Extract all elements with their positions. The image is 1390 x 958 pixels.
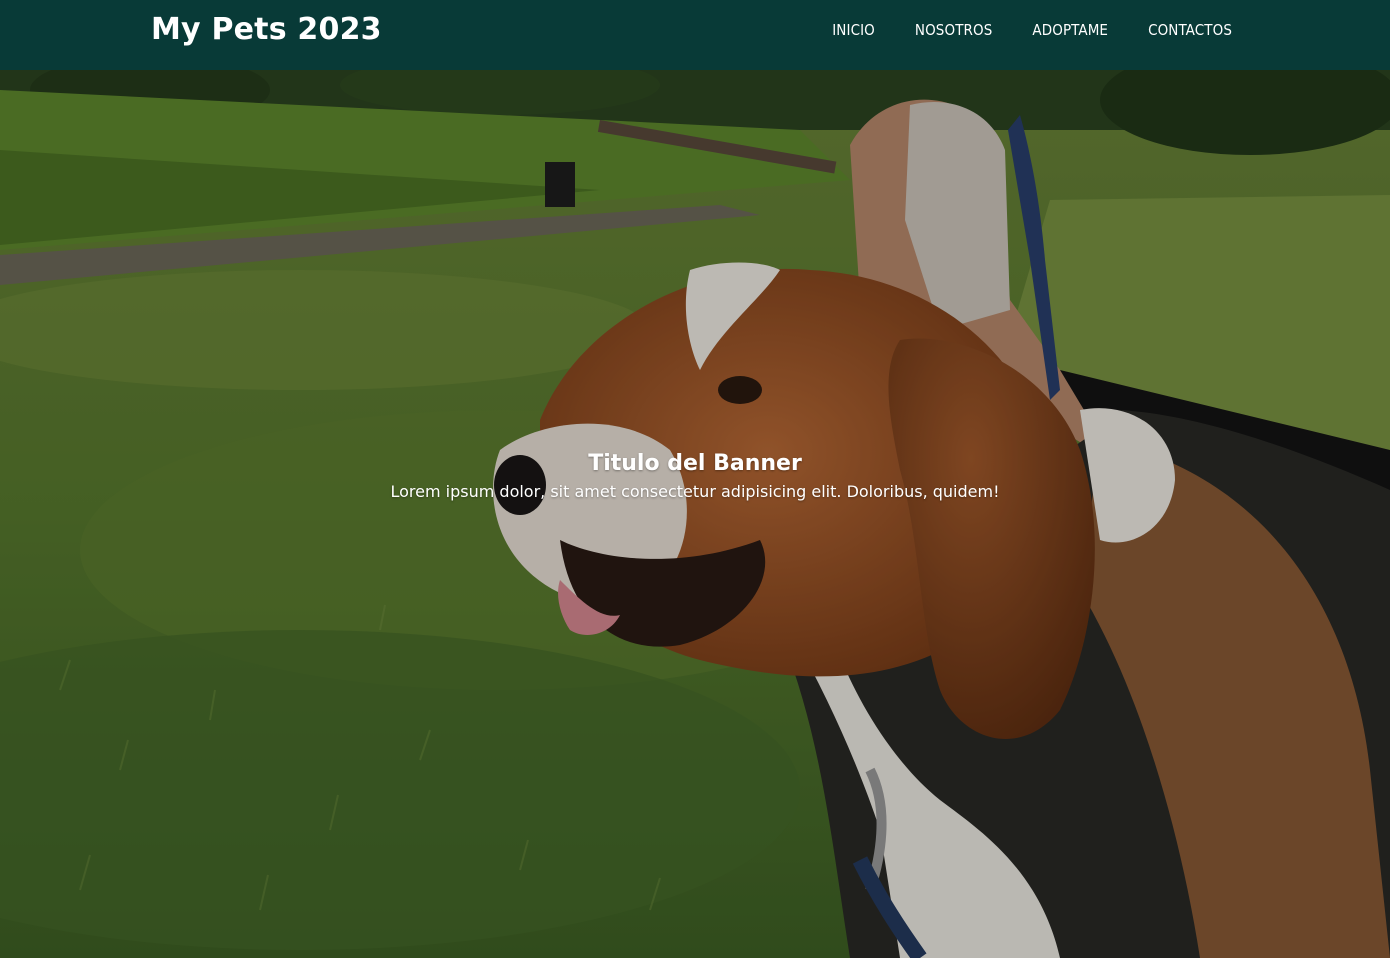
nav-link-inicio[interactable]: INICIO <box>832 21 875 39</box>
nav-link-nosotros[interactable]: NOSOTROS <box>915 21 993 39</box>
banner-caption: Titulo del Banner Lorem ipsum dolor, sit… <box>0 450 1390 503</box>
site-logo[interactable]: My Pets 2023 <box>151 10 382 50</box>
banner-overlay <box>0 70 1390 958</box>
nav-link-adoptame[interactable]: ADOPTAME <box>1032 21 1108 39</box>
page: My Pets 2023 INICIO NOSOTROS ADOPTAME CO… <box>0 0 1390 958</box>
hero-banner: Titulo del Banner Lorem ipsum dolor, sit… <box>0 70 1390 958</box>
banner-subtitle: Lorem ipsum dolor, sit amet consectetur … <box>390 482 1000 501</box>
nav-link-contactos[interactable]: CONTACTOS <box>1148 21 1232 39</box>
main-nav: INICIO NOSOTROS ADOPTAME CONTACTOS <box>832 0 1232 60</box>
site-header: My Pets 2023 INICIO NOSOTROS ADOPTAME CO… <box>0 0 1390 70</box>
banner-title: Titulo del Banner <box>588 451 802 476</box>
